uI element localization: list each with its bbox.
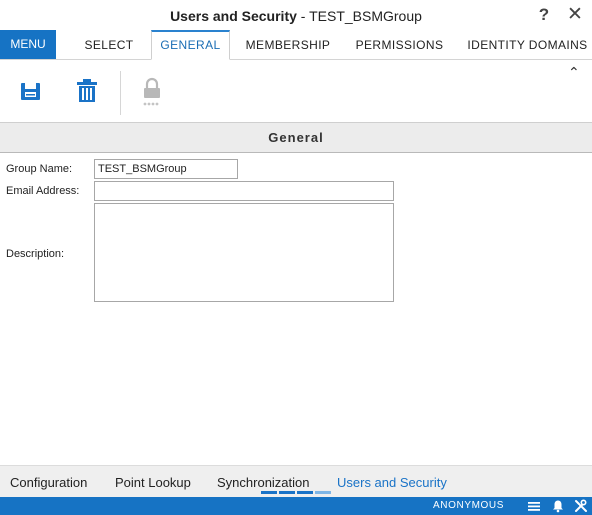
window-title-rest: - TEST_BSMGroup <box>296 8 422 24</box>
current-user: ANONYMOUS <box>433 500 504 511</box>
email-address-label: Email Address: <box>6 185 80 197</box>
title-bar: Users and Security - TEST_BSMGroup ? ✕ <box>0 0 592 30</box>
delete-icon <box>77 79 97 102</box>
collapse-toolbar-icon[interactable]: ⌃ <box>568 64 580 81</box>
tab-membership[interactable]: MEMBERSHIP <box>238 30 338 60</box>
delete-button[interactable] <box>74 77 100 107</box>
tab-permissions[interactable]: PERMISSIONS <box>346 30 453 60</box>
bottom-tab-bar: Configuration Point Lookup Synchronizati… <box>0 465 592 497</box>
group-name-field[interactable] <box>94 159 238 179</box>
tab-select[interactable]: SELECT <box>74 30 144 60</box>
status-bar: ANONYMOUS <box>0 497 592 515</box>
change-password-button[interactable] <box>139 77 165 107</box>
progress-segment <box>261 491 277 494</box>
menu-icon[interactable] <box>527 499 541 513</box>
progress-segment <box>279 491 295 494</box>
email-address-field[interactable] <box>94 181 394 201</box>
tab-bar: MENU SELECT GENERAL MEMBERSHIP PERMISSIO… <box>0 30 592 60</box>
tab-general[interactable]: GENERAL <box>151 30 230 60</box>
section-header: General <box>0 122 592 153</box>
close-icon[interactable]: ✕ <box>564 4 586 26</box>
menu-button[interactable]: MENU <box>0 30 56 59</box>
description-field[interactable] <box>94 203 394 302</box>
help-icon[interactable]: ? <box>533 4 555 26</box>
description-label: Description: <box>6 248 65 260</box>
tab-identity-domains[interactable]: IDENTITY DOMAINS <box>463 30 592 60</box>
toolbar: ⌃ <box>0 61 592 122</box>
bottom-tab-configuration[interactable]: Configuration <box>10 475 87 490</box>
toolbar-divider <box>120 71 121 115</box>
bottom-tab-synchronization[interactable]: Synchronization <box>217 475 310 490</box>
progress-segment <box>297 491 313 494</box>
tools-icon[interactable] <box>574 499 588 513</box>
bell-icon[interactable] <box>551 499 565 513</box>
save-button[interactable] <box>18 77 44 107</box>
group-name-label: Group Name: <box>6 163 73 175</box>
bottom-tab-point-lookup[interactable]: Point Lookup <box>115 475 191 490</box>
password-lock-icon <box>143 77 160 106</box>
window-title: Users and Security - TEST_BSMGroup <box>0 8 592 24</box>
save-icon <box>21 83 40 100</box>
window-title-bold: Users and Security <box>170 8 297 24</box>
progress-segment <box>315 491 331 494</box>
bottom-tab-users-and-security[interactable]: Users and Security <box>337 475 447 490</box>
